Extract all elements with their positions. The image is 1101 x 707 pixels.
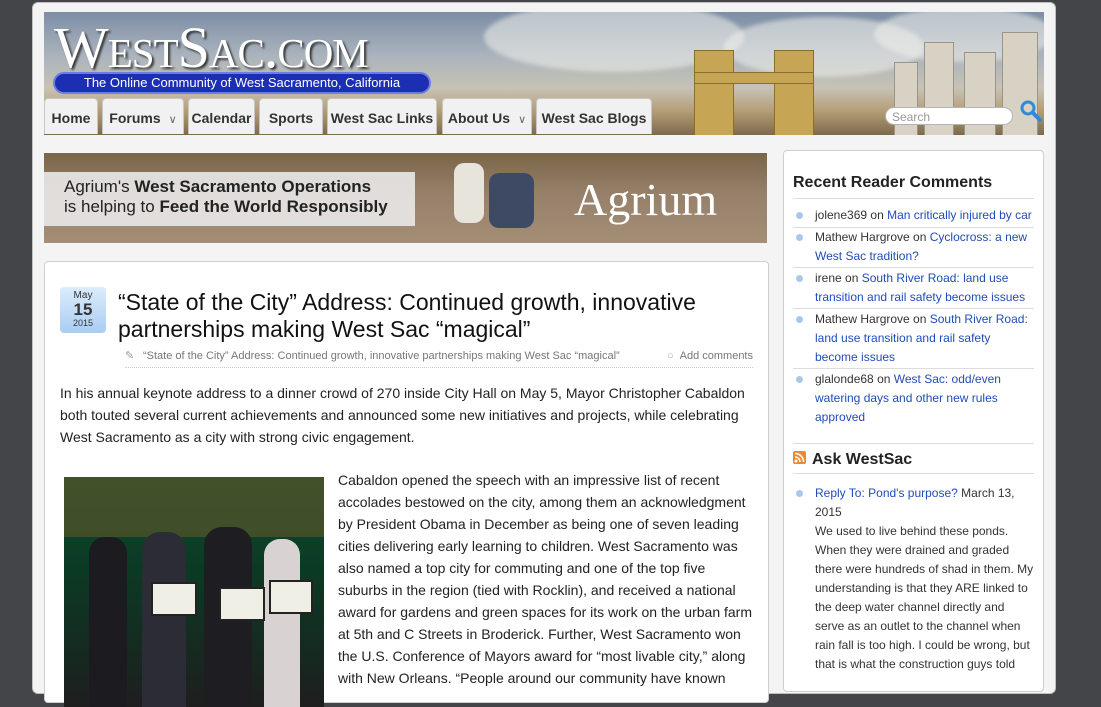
comment-on: on [867, 208, 888, 222]
post-date-badge: May 15 2015 [60, 287, 106, 333]
photo-gears [64, 477, 324, 537]
nav-tab-west-sac-links[interactable]: West Sac Links [327, 98, 437, 134]
tower-bridge-tower [694, 50, 734, 135]
ad-figure [454, 163, 484, 223]
rss-icon[interactable] [793, 451, 806, 464]
site-logo[interactable]: WestSac.com [54, 14, 369, 81]
comment-author: Mathew Hargrove [815, 312, 910, 326]
comment-author: glalonde68 [815, 372, 874, 386]
search-input[interactable]: Search [885, 107, 1013, 125]
nav-tab-home[interactable]: Home [44, 98, 98, 134]
post-title[interactable]: “State of the City” Address: Continued g… [118, 289, 748, 343]
comment-bubble-icon: ○ [666, 350, 674, 362]
divider [793, 267, 1034, 268]
add-comments-label: Add comments [679, 350, 753, 362]
chevron-down-icon: ∨ [168, 114, 177, 126]
ask-westsac-title[interactable]: Ask WestSac [812, 451, 912, 469]
comment-post-link[interactable]: Man critically injured by car [887, 208, 1032, 222]
comment-author: Mathew Hargrove [815, 230, 910, 244]
sidebar: Recent Reader Comments jolene369 on Man … [783, 150, 1044, 692]
divider [793, 443, 1034, 444]
page-container: WestSac.com The Online Community of West… [32, 2, 1056, 707]
post-photo[interactable] [64, 477, 324, 707]
bullet-icon [796, 275, 803, 282]
comment-item: jolene369 on Man critically injured by c… [796, 206, 1036, 225]
comment-author: jolene369 [815, 208, 868, 222]
post-intro: In his annual keynote address to a dinne… [60, 385, 745, 445]
nav-tab-label: West Sac Blogs [541, 110, 647, 126]
photo-person [142, 532, 186, 707]
post-meta: ✎ “State of the City” Address: Continued… [125, 349, 753, 368]
nav-tab-label: Home [51, 110, 91, 126]
post-date-year: 2015 [72, 318, 94, 328]
divider [793, 308, 1034, 309]
nav-tab-west-sac-blogs[interactable]: West Sac Blogs [536, 98, 652, 134]
ad-text: Agrium's [64, 177, 135, 196]
ad-line-1: Agrium's West Sacramento Operations [64, 177, 371, 197]
ask-item-text: We used to live behind these ponds. When… [815, 524, 1034, 671]
ad-figure [489, 173, 534, 228]
ad-text-bold: West Sacramento Operations [134, 177, 372, 196]
photo-certificate [219, 587, 265, 621]
nav-tab-label: Sports [268, 110, 314, 126]
tower-bridge-tower [774, 50, 814, 135]
post-body: Cabaldon opened the speech with an impre… [338, 472, 752, 686]
comment-on: on [873, 372, 894, 386]
comment-item: Mathew Hargrove on South River Road: lan… [796, 310, 1036, 367]
photo-person [264, 539, 300, 707]
divider [793, 368, 1034, 369]
recent-comments-title: Recent Reader Comments [793, 174, 993, 191]
bullet-icon [796, 212, 803, 219]
photo-certificate [151, 582, 197, 616]
nav-tab-forums[interactable]: Forums ∨ [102, 98, 184, 134]
chevron-down-icon: ∨ [518, 114, 527, 126]
nav-tab-label: About Us [447, 110, 511, 126]
ad-banner[interactable]: Agrium's West Sacramento Operations is h… [44, 153, 767, 243]
add-comments-link[interactable]: ○ Add comments [667, 350, 753, 362]
nav-tab-about-us[interactable]: About Us ∨ [442, 98, 532, 134]
ad-line-2: is helping to Feed the World Responsibly [64, 197, 388, 217]
blog-post: May 15 2015 “State of the City” Address:… [44, 261, 769, 707]
post-tag-link[interactable]: “State of the City” Address: Continued g… [143, 350, 620, 362]
ad-text-bold: Feed the World Responsibly [159, 197, 388, 216]
bullet-icon [796, 316, 803, 323]
bullet-icon [796, 490, 803, 497]
divider [793, 473, 1034, 474]
site-tagline: The Online Community of West Sacramento,… [53, 72, 431, 94]
search-icon[interactable] [1019, 99, 1043, 123]
ask-item: Reply To: Pond's purpose? March 13, 2015… [796, 484, 1036, 674]
ad-text: is helping to [64, 197, 160, 216]
nav-tab-sports[interactable]: Sports [259, 98, 323, 134]
nav-tab-calendar[interactable]: Calendar [188, 98, 255, 134]
photo-certificate [269, 580, 313, 614]
ask-item-link[interactable]: Reply To: Pond's purpose? [815, 486, 958, 500]
comment-on: on [909, 230, 930, 244]
nav-tab-label: Calendar [191, 110, 252, 126]
nav-tab-label: West Sac Links [330, 110, 434, 126]
tower-bridge-span [694, 72, 814, 84]
agrium-logo: Agrium [574, 174, 718, 225]
nav-tab-label: Forums [109, 110, 161, 126]
post-date-day: 15 [73, 300, 93, 319]
bullet-icon [796, 376, 803, 383]
comment-on: on [841, 271, 862, 285]
comment-item: irene on South River Road: land use tran… [796, 269, 1036, 307]
comment-on: on [909, 312, 930, 326]
photo-person [89, 537, 127, 707]
bullet-icon [796, 234, 803, 241]
tag-icon: ✎ [125, 350, 135, 362]
comment-item: Mathew Hargrove on Cyclocross: a new Wes… [796, 228, 1036, 266]
divider [793, 198, 1034, 199]
comment-item: glalonde68 on West Sac: odd/even waterin… [796, 370, 1036, 427]
comment-author: irene [815, 271, 842, 285]
